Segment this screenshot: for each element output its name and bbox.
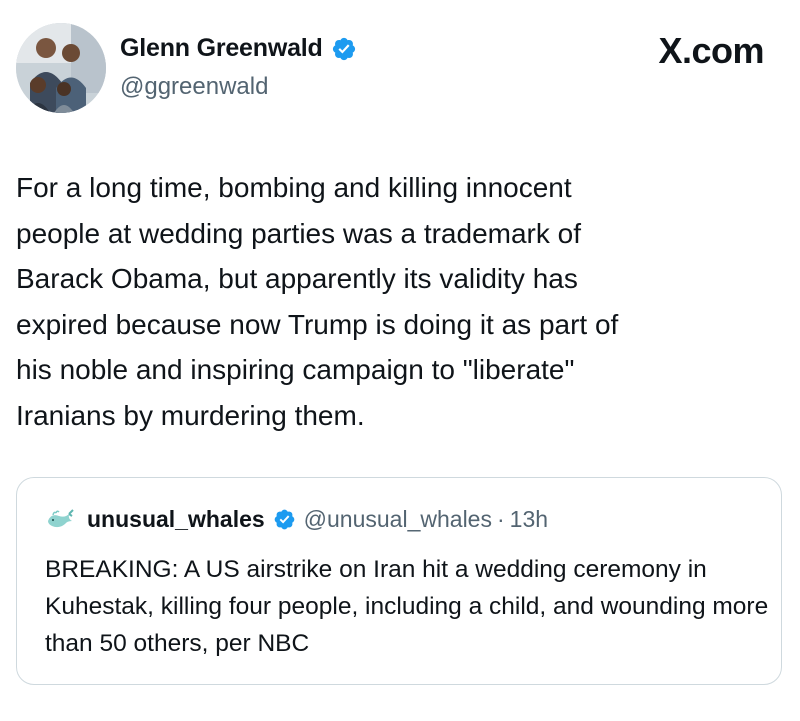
verified-badge-icon [332, 37, 355, 60]
quoted-tweet-card[interactable]: unusual_whales @unusual_whales · 13h BRE… [16, 477, 782, 685]
quoted-handle[interactable]: @unusual_whales [304, 506, 492, 533]
quoted-display-name[interactable]: unusual_whales [87, 506, 265, 533]
quoted-verified-badge-icon [274, 509, 294, 529]
whale-icon [48, 509, 74, 528]
quoted-tweet-text: BREAKING: A US airstrike on Iran hit a w… [45, 556, 769, 657]
quoted-timestamp[interactable]: 13h [510, 506, 548, 533]
author-handle[interactable]: @ggreenwald [120, 73, 268, 101]
x-brand-label: X.com [658, 30, 764, 71]
tweet-text: For a long time, bombing and killing inn… [16, 172, 619, 431]
dot-separator: · [496, 505, 505, 532]
author-avatar[interactable] [16, 23, 106, 113]
avatar-photo [16, 23, 106, 113]
quoted-tweet-header: unusual_whales @unusual_whales · 13h [45, 504, 548, 534]
author-name-row: Glenn Greenwald [120, 34, 357, 63]
author-display-name[interactable]: Glenn Greenwald [120, 34, 323, 63]
